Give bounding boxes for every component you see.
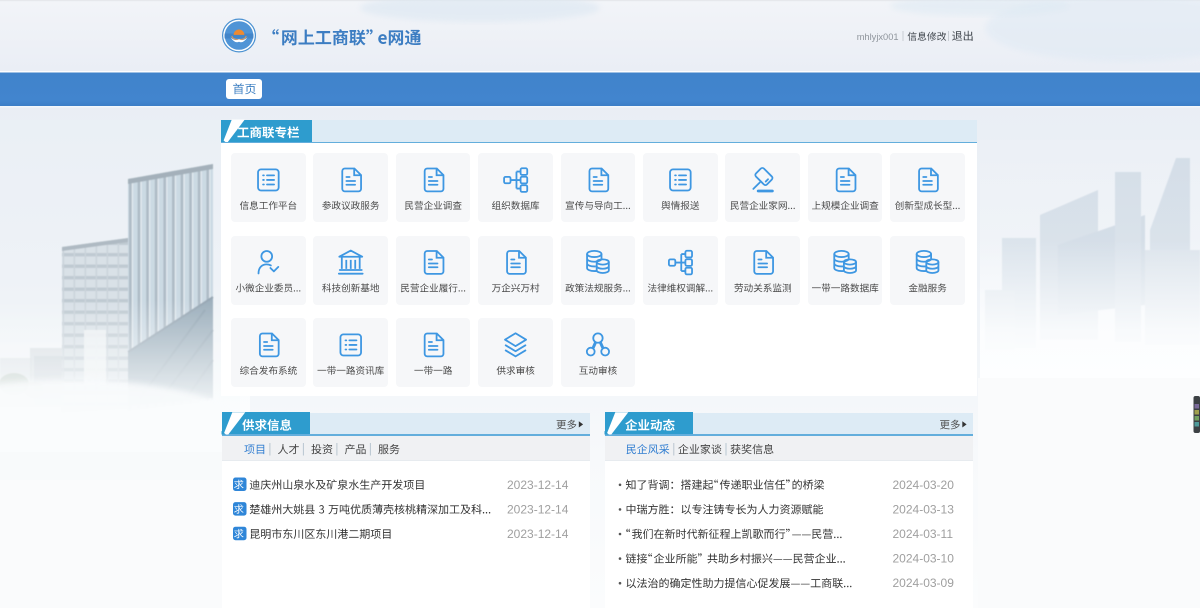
svg-text:2023-12-14: 2023-12-14 — [507, 478, 569, 492]
svg-text:2024-03-11: 2024-03-11 — [893, 527, 954, 541]
svg-text:mhlyjx001: mhlyjx001 — [857, 32, 899, 42]
svg-text:2024-03-10: 2024-03-10 — [893, 552, 955, 566]
svg-text:2024-03-09: 2024-03-09 — [893, 576, 955, 590]
svg-text:2023-12-14: 2023-12-14 — [507, 502, 569, 516]
svg-text:2024-03-20: 2024-03-20 — [893, 478, 955, 492]
svg-text:2023-12-14: 2023-12-14 — [507, 527, 569, 541]
svg-text:2024-03-13: 2024-03-13 — [893, 502, 955, 516]
